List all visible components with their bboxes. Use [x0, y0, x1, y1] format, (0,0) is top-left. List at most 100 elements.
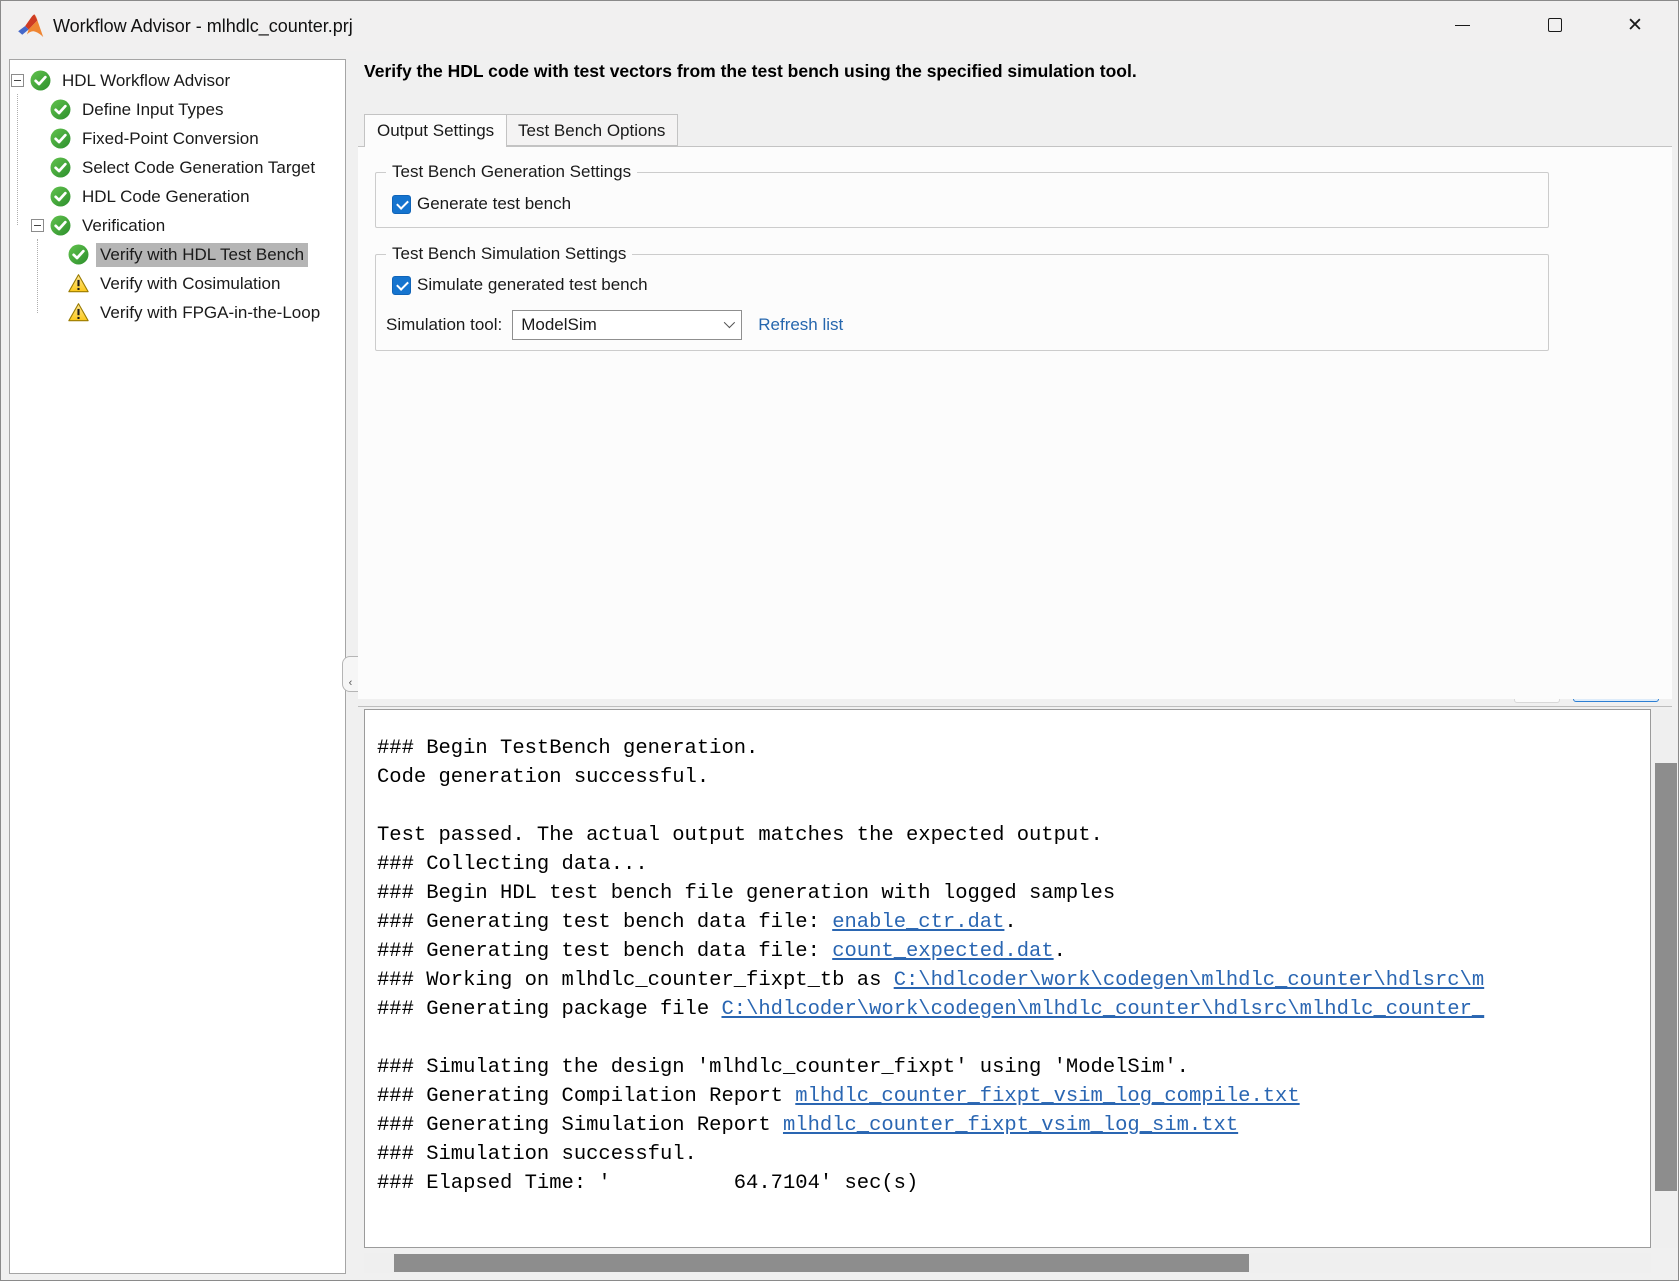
- console-text: ### Working on mlhdlc_counter_fixpt_tb a…: [377, 969, 894, 992]
- tree-collapse-icon[interactable]: [31, 219, 44, 232]
- sidebar-item-define-input-types[interactable]: Define Input Types: [10, 95, 345, 124]
- console-text: ### Generating test bench data file:: [377, 940, 832, 963]
- console-line: ### Generating Simulation Report mlhdlc_…: [377, 1111, 1650, 1140]
- horizontal-scrollbar[interactable]: [364, 1253, 1651, 1273]
- vertical-scrollbar-thumb[interactable]: [1655, 763, 1677, 1191]
- console-link[interactable]: mlhdlc_counter_fixpt_vsim_log_sim.txt: [783, 1114, 1238, 1137]
- console-line: ### Collecting data...: [377, 850, 1650, 879]
- console-line: Code generation successful.: [377, 763, 1650, 792]
- tabstrip: Output Settings Test Bench Options: [358, 114, 1672, 146]
- console-text: Code generation successful.: [377, 766, 709, 789]
- status-check-icon: [50, 157, 71, 178]
- group-title: Test Bench Simulation Settings: [386, 244, 632, 264]
- tab-output-settings[interactable]: Output Settings: [364, 114, 507, 147]
- sidebar-item-fixed-point-conversion[interactable]: Fixed-Point Conversion: [10, 124, 345, 153]
- sidebar-item-hdl-code-generation[interactable]: HDL Code Generation: [10, 182, 345, 211]
- console-text: ### Simulation successful.: [377, 1143, 697, 1166]
- console-text: .: [1054, 940, 1066, 963]
- titlebar: Workflow Advisor - mlhdlc_counter.prj ✕: [1, 1, 1678, 51]
- console-line: ### Begin TestBench generation.: [377, 734, 1650, 763]
- horizontal-scrollbar-thumb[interactable]: [394, 1254, 1249, 1272]
- simulation-tool-value: ModelSim: [521, 315, 597, 335]
- console-text: Test passed. The actual output matches t…: [377, 824, 1103, 847]
- tree-item-label: Verify with HDL Test Bench: [96, 243, 308, 267]
- sidebar-item-verify-with-fpga-in-the-loop[interactable]: Verify with FPGA-in-the-Loop: [10, 298, 345, 327]
- console-link[interactable]: count_expected.dat: [832, 940, 1053, 963]
- console-line: ### Generating package file C:\hdlcoder\…: [377, 995, 1650, 1024]
- sidebar-item-verify-with-cosimulation[interactable]: Verify with Cosimulation: [10, 269, 345, 298]
- tab-test-bench-options[interactable]: Test Bench Options: [506, 114, 678, 146]
- simulation-tool-dropdown[interactable]: ModelSim: [512, 310, 742, 340]
- console-text: ### Generating Simulation Report: [377, 1114, 783, 1137]
- panel-collapse-handle[interactable]: ‹: [342, 656, 358, 692]
- console-link[interactable]: C:\hdlcoder\work\codegen\mlhdlc_counter\…: [721, 998, 1484, 1021]
- console-text: ### Generating Compilation Report: [377, 1085, 795, 1108]
- console-text: ### Begin HDL test bench file generation…: [377, 882, 1115, 905]
- output-settings-panel: Test Bench Generation Settings Generate …: [358, 146, 1672, 699]
- console-line: ### Simulating the design 'mlhdlc_counte…: [377, 1053, 1650, 1082]
- tree-item-label: Verify with Cosimulation: [96, 272, 284, 296]
- tree-item-label: HDL Code Generation: [78, 185, 254, 209]
- sidebar-item-verify-with-hdl-test-bench[interactable]: Verify with HDL Test Bench: [10, 240, 345, 269]
- tree-item-label: Define Input Types: [78, 98, 227, 122]
- console-text: ### Simulating the design 'mlhdlc_counte…: [377, 1056, 1189, 1079]
- console-text: ### Collecting data...: [377, 853, 648, 876]
- console-line: ### Working on mlhdlc_counter_fixpt_tb a…: [377, 966, 1650, 995]
- workflow-advisor-window: Workflow Advisor - mlhdlc_counter.prj ✕ …: [0, 0, 1679, 1281]
- status-warning-icon: [68, 302, 89, 323]
- status-check-icon: [50, 215, 71, 236]
- status-check-icon: [68, 244, 89, 265]
- maximize-icon[interactable]: [1524, 1, 1586, 49]
- sidebar-item-select-code-generation-target[interactable]: Select Code Generation Target: [10, 153, 345, 182]
- test-bench-generation-group: Test Bench Generation Settings Generate …: [375, 172, 1549, 228]
- console-line: ### Generating Compilation Report mlhdlc…: [377, 1082, 1650, 1111]
- console-line: [377, 1024, 1650, 1053]
- simulate-test-bench-checkbox[interactable]: [392, 276, 411, 295]
- console-line: ### Elapsed Time: ' 64.7104' sec(s): [377, 1169, 1650, 1198]
- tree-collapse-icon[interactable]: [11, 74, 24, 87]
- console-text: ### Elapsed Time: ' 64.7104' sec(s): [377, 1172, 918, 1195]
- tree-item-label: Verify with FPGA-in-the-Loop: [96, 301, 324, 325]
- status-check-icon: [50, 128, 71, 149]
- simulation-tool-label: Simulation tool:: [386, 315, 502, 335]
- console-link[interactable]: enable_ctr.dat: [832, 911, 1004, 934]
- status-warning-icon: [68, 273, 89, 294]
- console-link[interactable]: mlhdlc_counter_fixpt_vsim_log_compile.tx…: [795, 1085, 1299, 1108]
- console-line: ### Simulation successful.: [377, 1140, 1650, 1169]
- tree-item-label: HDL Workflow Advisor: [58, 69, 234, 93]
- console-text: ### Generating test bench data file:: [377, 911, 832, 934]
- console-line: ### Begin HDL test bench file generation…: [377, 879, 1650, 908]
- generate-test-bench-label: Generate test bench: [417, 194, 571, 214]
- step-pane: Verify the HDL code with test vectors fr…: [358, 51, 1678, 1280]
- group-title: Test Bench Generation Settings: [386, 162, 637, 182]
- console-line: Test passed. The actual output matches t…: [377, 821, 1650, 850]
- step-description: Verify the HDL code with test vectors fr…: [364, 61, 1137, 82]
- tree-item-label: Verification: [78, 214, 169, 238]
- status-check-icon: [50, 99, 71, 120]
- close-icon[interactable]: ✕: [1604, 1, 1666, 49]
- chevron-down-icon: [724, 317, 735, 328]
- console-line: ### Generating test bench data file: ena…: [377, 908, 1650, 937]
- vertical-scrollbar[interactable]: [1654, 709, 1678, 1248]
- console-line: [377, 792, 1650, 821]
- refresh-list-link[interactable]: Refresh list: [758, 315, 843, 335]
- console-link[interactable]: C:\hdlcoder\work\codegen\mlhdlc_counter\…: [894, 969, 1485, 992]
- sidebar-item-hdl-workflow-advisor[interactable]: HDL Workflow Advisor: [10, 66, 345, 95]
- test-bench-simulation-group: Test Bench Simulation Settings Simulate …: [375, 254, 1549, 351]
- tree-item-label: Select Code Generation Target: [78, 156, 319, 180]
- console-region: ### Begin TestBench generation. Code gene…: [358, 707, 1678, 1280]
- minimize-icon[interactable]: [1431, 1, 1493, 49]
- workflow-tree: HDL Workflow Advisor Define Input Types Fi…: [9, 59, 346, 1274]
- tree-item-label: Fixed-Point Conversion: [78, 127, 263, 151]
- simulate-test-bench-label: Simulate generated test bench: [417, 275, 648, 295]
- window-title: Workflow Advisor - mlhdlc_counter.prj: [53, 1, 353, 51]
- console-text: ### Begin TestBench generation.: [377, 737, 758, 760]
- console-text: ### Generating package file: [377, 998, 721, 1021]
- console-line: ### Generating test bench data file: cou…: [377, 937, 1650, 966]
- status-check-icon: [50, 186, 71, 207]
- console-text: .: [1004, 911, 1016, 934]
- generate-test-bench-checkbox[interactable]: [392, 195, 411, 214]
- matlab-logo-icon: [17, 12, 45, 40]
- status-check-icon: [30, 70, 51, 91]
- sidebar-item-verification[interactable]: Verification: [10, 211, 345, 240]
